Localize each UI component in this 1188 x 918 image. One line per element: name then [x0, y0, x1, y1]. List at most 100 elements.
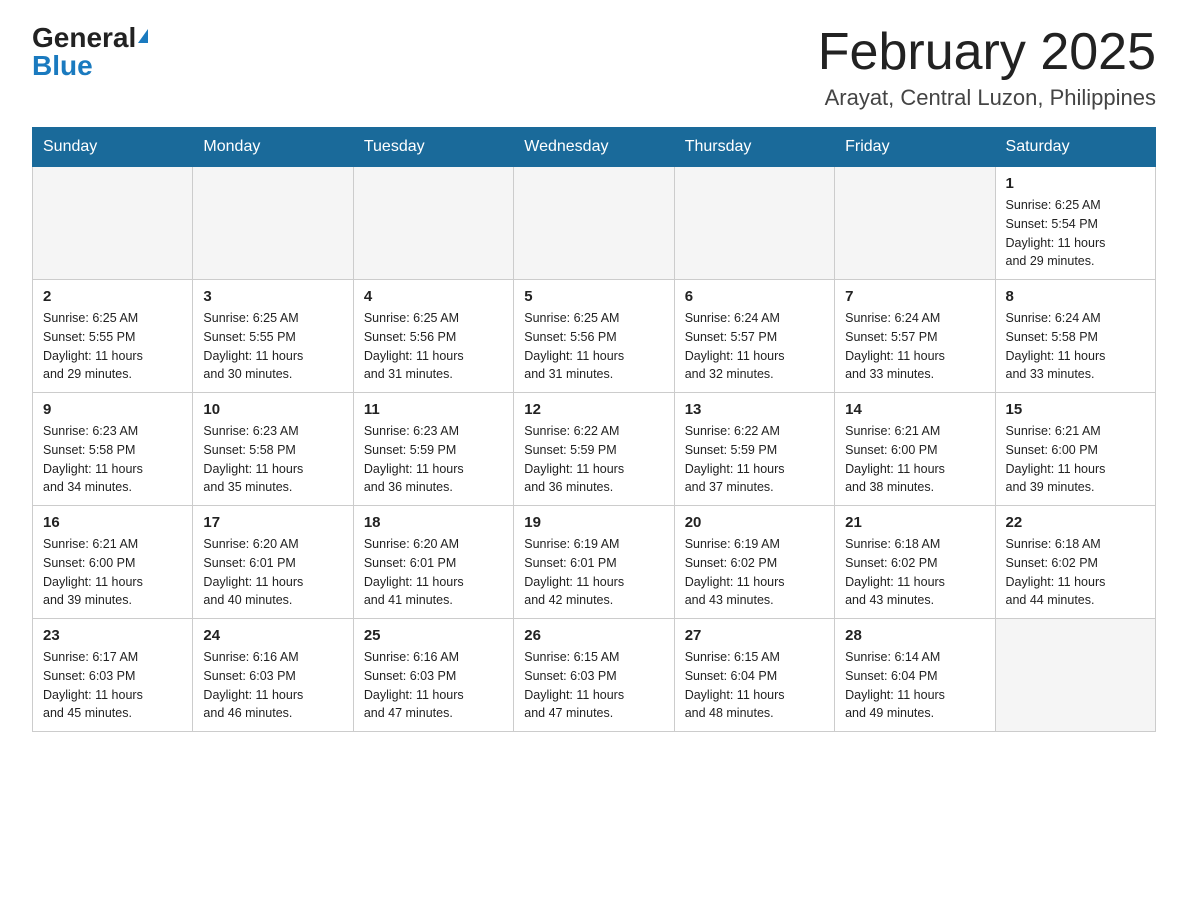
- calendar-day-cell: 1 Sunrise: 6:25 AMSunset: 5:54 PMDaylight…: [995, 167, 1155, 280]
- day-info: Sunrise: 6:16 AMSunset: 6:03 PMDaylight:…: [364, 648, 503, 723]
- day-info: Sunrise: 6:25 AMSunset: 5:54 PMDaylight:…: [1006, 196, 1145, 271]
- day-info: Sunrise: 6:24 AMSunset: 5:58 PMDaylight:…: [1006, 309, 1145, 384]
- day-info: Sunrise: 6:24 AMSunset: 5:57 PMDaylight:…: [845, 309, 984, 384]
- calendar-day-cell: 23 Sunrise: 6:17 AMSunset: 6:03 PMDayligh…: [33, 619, 193, 732]
- day-info: Sunrise: 6:24 AMSunset: 5:57 PMDaylight:…: [685, 309, 824, 384]
- page-header: General Blue February 2025 Arayat, Centr…: [0, 0, 1188, 127]
- day-number: 22: [1006, 514, 1145, 531]
- day-of-week-header: Friday: [835, 128, 995, 167]
- day-info: Sunrise: 6:23 AMSunset: 5:59 PMDaylight:…: [364, 422, 503, 497]
- day-info: Sunrise: 6:21 AMSunset: 6:00 PMDaylight:…: [43, 535, 182, 610]
- calendar-day-cell: 6 Sunrise: 6:24 AMSunset: 5:57 PMDaylight…: [674, 280, 834, 393]
- calendar-day-cell: 5 Sunrise: 6:25 AMSunset: 5:56 PMDaylight…: [514, 280, 674, 393]
- day-info: Sunrise: 6:23 AMSunset: 5:58 PMDaylight:…: [203, 422, 342, 497]
- day-info: Sunrise: 6:25 AMSunset: 5:56 PMDaylight:…: [524, 309, 663, 384]
- calendar-week-row: 1 Sunrise: 6:25 AMSunset: 5:54 PMDaylight…: [33, 167, 1156, 280]
- day-number: 8: [1006, 288, 1145, 305]
- day-info: Sunrise: 6:17 AMSunset: 6:03 PMDaylight:…: [43, 648, 182, 723]
- calendar-day-cell: 28 Sunrise: 6:14 AMSunset: 6:04 PMDayligh…: [835, 619, 995, 732]
- day-number: 4: [364, 288, 503, 305]
- day-number: 11: [364, 401, 503, 418]
- calendar-day-cell: 27 Sunrise: 6:15 AMSunset: 6:04 PMDayligh…: [674, 619, 834, 732]
- calendar-day-cell: [835, 167, 995, 280]
- day-info: Sunrise: 6:15 AMSunset: 6:04 PMDaylight:…: [685, 648, 824, 723]
- logo-blue-text: Blue: [32, 52, 93, 80]
- logo: General Blue: [32, 24, 148, 80]
- day-of-week-header: Saturday: [995, 128, 1155, 167]
- calendar-day-cell: [995, 619, 1155, 732]
- calendar-day-cell: 22 Sunrise: 6:18 AMSunset: 6:02 PMDayligh…: [995, 506, 1155, 619]
- day-number: 17: [203, 514, 342, 531]
- day-number: 26: [524, 627, 663, 644]
- day-info: Sunrise: 6:21 AMSunset: 6:00 PMDaylight:…: [1006, 422, 1145, 497]
- days-of-week-row: SundayMondayTuesdayWednesdayThursdayFrid…: [33, 128, 1156, 167]
- day-info: Sunrise: 6:19 AMSunset: 6:01 PMDaylight:…: [524, 535, 663, 610]
- day-number: 13: [685, 401, 824, 418]
- day-number: 2: [43, 288, 182, 305]
- day-number: 28: [845, 627, 984, 644]
- day-info: Sunrise: 6:18 AMSunset: 6:02 PMDaylight:…: [845, 535, 984, 610]
- calendar-table: SundayMondayTuesdayWednesdayThursdayFrid…: [32, 127, 1156, 732]
- day-number: 10: [203, 401, 342, 418]
- day-info: Sunrise: 6:22 AMSunset: 5:59 PMDaylight:…: [685, 422, 824, 497]
- day-info: Sunrise: 6:18 AMSunset: 6:02 PMDaylight:…: [1006, 535, 1145, 610]
- day-number: 23: [43, 627, 182, 644]
- calendar-day-cell: 3 Sunrise: 6:25 AMSunset: 5:55 PMDaylight…: [193, 280, 353, 393]
- calendar-day-cell: 16 Sunrise: 6:21 AMSunset: 6:00 PMDayligh…: [33, 506, 193, 619]
- day-info: Sunrise: 6:25 AMSunset: 5:55 PMDaylight:…: [203, 309, 342, 384]
- day-info: Sunrise: 6:22 AMSunset: 5:59 PMDaylight:…: [524, 422, 663, 497]
- day-info: Sunrise: 6:20 AMSunset: 6:01 PMDaylight:…: [364, 535, 503, 610]
- title-block: February 2025 Arayat, Central Luzon, Phi…: [818, 24, 1156, 111]
- calendar-day-cell: 15 Sunrise: 6:21 AMSunset: 6:00 PMDayligh…: [995, 393, 1155, 506]
- calendar-day-cell: 21 Sunrise: 6:18 AMSunset: 6:02 PMDayligh…: [835, 506, 995, 619]
- day-number: 14: [845, 401, 984, 418]
- calendar-day-cell: 7 Sunrise: 6:24 AMSunset: 5:57 PMDaylight…: [835, 280, 995, 393]
- calendar-day-cell: 24Sunrise: 6:16 AMSunset: 6:03 PMDayligh…: [193, 619, 353, 732]
- day-number: 18: [364, 514, 503, 531]
- calendar-week-row: 2 Sunrise: 6:25 AMSunset: 5:55 PMDaylight…: [33, 280, 1156, 393]
- calendar-day-cell: 25 Sunrise: 6:16 AMSunset: 6:03 PMDayligh…: [353, 619, 513, 732]
- calendar-day-cell: 17Sunrise: 6:20 AMSunset: 6:01 PMDayligh…: [193, 506, 353, 619]
- calendar-day-cell: 10 Sunrise: 6:23 AMSunset: 5:58 PMDayligh…: [193, 393, 353, 506]
- day-of-week-header: Sunday: [33, 128, 193, 167]
- calendar-day-cell: [33, 167, 193, 280]
- calendar-body: 1 Sunrise: 6:25 AMSunset: 5:54 PMDaylight…: [33, 167, 1156, 732]
- day-number: 25: [364, 627, 503, 644]
- day-info: Sunrise: 6:14 AMSunset: 6:04 PMDaylight:…: [845, 648, 984, 723]
- calendar-day-cell: 14Sunrise: 6:21 AMSunset: 6:00 PMDayligh…: [835, 393, 995, 506]
- calendar-day-cell: 26 Sunrise: 6:15 AMSunset: 6:03 PMDayligh…: [514, 619, 674, 732]
- day-of-week-header: Thursday: [674, 128, 834, 167]
- calendar-day-cell: 2 Sunrise: 6:25 AMSunset: 5:55 PMDaylight…: [33, 280, 193, 393]
- day-number: 12: [524, 401, 663, 418]
- day-of-week-header: Wednesday: [514, 128, 674, 167]
- calendar-day-cell: 9Sunrise: 6:23 AMSunset: 5:58 PMDaylight…: [33, 393, 193, 506]
- day-number: 21: [845, 514, 984, 531]
- calendar-week-row: 16 Sunrise: 6:21 AMSunset: 6:00 PMDayligh…: [33, 506, 1156, 619]
- day-info: Sunrise: 6:15 AMSunset: 6:03 PMDaylight:…: [524, 648, 663, 723]
- day-number: 24: [203, 627, 342, 644]
- day-info: Sunrise: 6:19 AMSunset: 6:02 PMDaylight:…: [685, 535, 824, 610]
- day-number: 27: [685, 627, 824, 644]
- day-of-week-header: Monday: [193, 128, 353, 167]
- day-number: 3: [203, 288, 342, 305]
- calendar-day-cell: 13 Sunrise: 6:22 AMSunset: 5:59 PMDayligh…: [674, 393, 834, 506]
- logo-triangle-icon: [138, 29, 148, 43]
- day-info: Sunrise: 6:23 AMSunset: 5:58 PMDaylight:…: [43, 422, 182, 497]
- day-number: 7: [845, 288, 984, 305]
- day-number: 16: [43, 514, 182, 531]
- calendar-week-row: 23 Sunrise: 6:17 AMSunset: 6:03 PMDayligh…: [33, 619, 1156, 732]
- calendar-day-cell: [353, 167, 513, 280]
- day-of-week-header: Tuesday: [353, 128, 513, 167]
- calendar-day-cell: [514, 167, 674, 280]
- calendar-day-cell: [193, 167, 353, 280]
- location-title: Arayat, Central Luzon, Philippines: [818, 85, 1156, 111]
- logo-general-text: General: [32, 24, 136, 52]
- day-number: 5: [524, 288, 663, 305]
- day-number: 6: [685, 288, 824, 305]
- day-info: Sunrise: 6:25 AMSunset: 5:55 PMDaylight:…: [43, 309, 182, 384]
- calendar-week-row: 9Sunrise: 6:23 AMSunset: 5:58 PMDaylight…: [33, 393, 1156, 506]
- calendar-day-cell: 20Sunrise: 6:19 AMSunset: 6:02 PMDayligh…: [674, 506, 834, 619]
- day-number: 1: [1006, 175, 1145, 192]
- day-number: 15: [1006, 401, 1145, 418]
- day-number: 19: [524, 514, 663, 531]
